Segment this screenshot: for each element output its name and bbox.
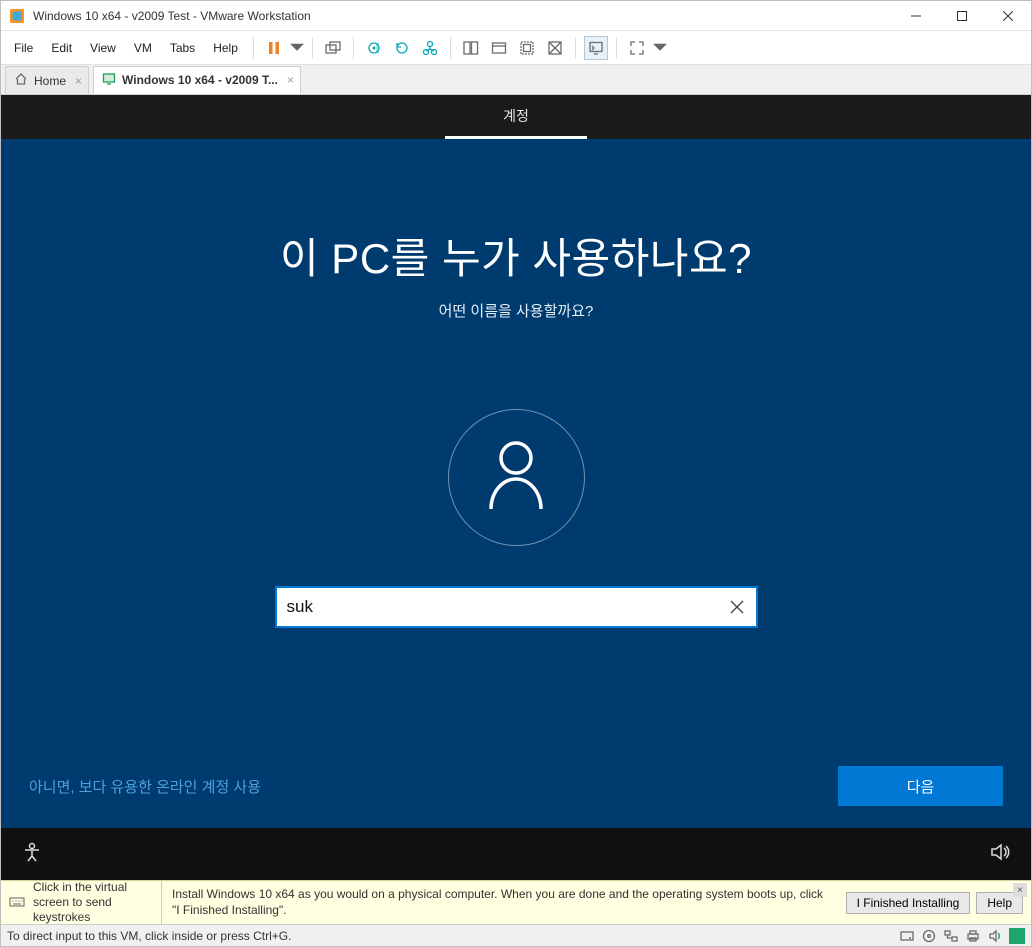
keyboard-icon <box>9 893 25 912</box>
maximize-button[interactable] <box>939 1 985 31</box>
separator <box>575 37 576 59</box>
oobe-footer <box>1 828 1031 880</box>
stretch-button[interactable] <box>515 36 539 60</box>
status-bar: To direct input to this VM, click inside… <box>1 924 1031 946</box>
tab-home[interactable]: Home × <box>5 66 89 94</box>
hint-left-text: Click in the virtual screen to send keys… <box>33 880 151 925</box>
volume-icon[interactable] <box>989 841 1011 868</box>
separator <box>450 37 451 59</box>
tab-vm-label: Windows 10 x64 - v2009 T... <box>122 73 278 87</box>
menu-edit[interactable]: Edit <box>42 31 81 64</box>
monitor-icon <box>102 72 116 89</box>
tab-vm[interactable]: Windows 10 x64 - v2009 T... × <box>93 66 301 94</box>
tab-home-label: Home <box>34 74 66 88</box>
vm-display[interactable]: 계정 이 PC를 누가 사용하나요? 어떤 이름을 사용할까요? 아니면, 보다… <box>1 95 1031 880</box>
oobe-bottom-row: 아니면, 보다 유용한 온라인 계정 사용 다음 <box>1 766 1031 806</box>
separator <box>353 37 354 59</box>
title-bar: Windows 10 x64 - v2009 Test - VMware Wor… <box>1 1 1031 31</box>
pause-button[interactable] <box>262 36 286 60</box>
oobe-step-bar: 계정 <box>1 95 1031 139</box>
hint-message: Install Windows 10 x64 as you would on a… <box>162 887 840 918</box>
oobe-heading: 이 PC를 누가 사용하나요? <box>280 225 752 286</box>
oobe-content: 이 PC를 누가 사용하나요? 어떤 이름을 사용할까요? 아니면, 보다 유용… <box>1 139 1031 828</box>
app-window: Windows 10 x64 - v2009 Test - VMware Wor… <box>0 0 1032 947</box>
tab-bar: Home × Windows 10 x64 - v2009 T... × <box>1 65 1031 95</box>
revert-button[interactable] <box>390 36 414 60</box>
power-dropdown[interactable] <box>290 36 304 60</box>
fullscreen-button[interactable] <box>625 36 649 60</box>
network-icon[interactable] <box>943 928 959 944</box>
oobe-subtitle: 어떤 이름을 사용할까요? <box>439 300 594 321</box>
status-icons <box>899 928 1025 944</box>
vmware-icon <box>9 8 25 24</box>
home-icon <box>14 72 28 89</box>
sound-status-icon[interactable] <box>987 928 1003 944</box>
person-icon <box>485 439 547 516</box>
avatar-placeholder <box>448 409 585 546</box>
separator <box>253 37 254 59</box>
menu-vm[interactable]: VM <box>125 31 161 64</box>
fit-guest-button[interactable] <box>487 36 511 60</box>
menu-tabs[interactable]: Tabs <box>161 31 204 64</box>
unity-button[interactable] <box>543 36 567 60</box>
printer-icon[interactable] <box>965 928 981 944</box>
menu-help[interactable]: Help <box>204 31 247 64</box>
close-hint-button[interactable]: × <box>1013 883 1027 897</box>
hint-left: Click in the virtual screen to send keys… <box>9 881 162 924</box>
online-account-link[interactable]: 아니면, 보다 유용한 온라인 계정 사용 <box>29 776 261 797</box>
status-text: To direct input to this VM, click inside… <box>7 929 291 943</box>
console-view-button[interactable] <box>584 36 608 60</box>
fullscreen-dropdown[interactable] <box>653 36 667 60</box>
vm-status-indicator[interactable] <box>1009 928 1025 944</box>
finished-installing-button[interactable]: I Finished Installing <box>846 892 971 914</box>
close-button[interactable] <box>985 1 1031 31</box>
cd-icon[interactable] <box>921 928 937 944</box>
separator <box>312 37 313 59</box>
disk-icon[interactable] <box>899 928 915 944</box>
close-icon[interactable]: × <box>287 74 294 86</box>
step-account: 계정 <box>445 95 587 139</box>
ease-of-access-icon[interactable] <box>21 841 43 868</box>
username-input-wrapper[interactable] <box>275 586 758 628</box>
menu-file[interactable]: File <box>5 31 42 64</box>
menu-view[interactable]: View <box>81 31 125 64</box>
window-title: Windows 10 x64 - v2009 Test - VMware Wor… <box>33 9 893 23</box>
show-console-button[interactable] <box>459 36 483 60</box>
clear-input-button[interactable] <box>728 598 746 616</box>
snapshot-manager-button[interactable] <box>418 36 442 60</box>
install-hint-bar: Click in the virtual screen to send keys… <box>1 880 1031 924</box>
minimize-button[interactable] <box>893 1 939 31</box>
username-input[interactable] <box>287 597 728 617</box>
separator <box>616 37 617 59</box>
close-icon[interactable]: × <box>75 75 82 87</box>
menu-bar: File Edit View VM Tabs Help <box>1 31 1031 65</box>
snapshot-button[interactable] <box>362 36 386 60</box>
send-keys-button[interactable] <box>321 36 345 60</box>
next-button[interactable]: 다음 <box>838 766 1003 806</box>
